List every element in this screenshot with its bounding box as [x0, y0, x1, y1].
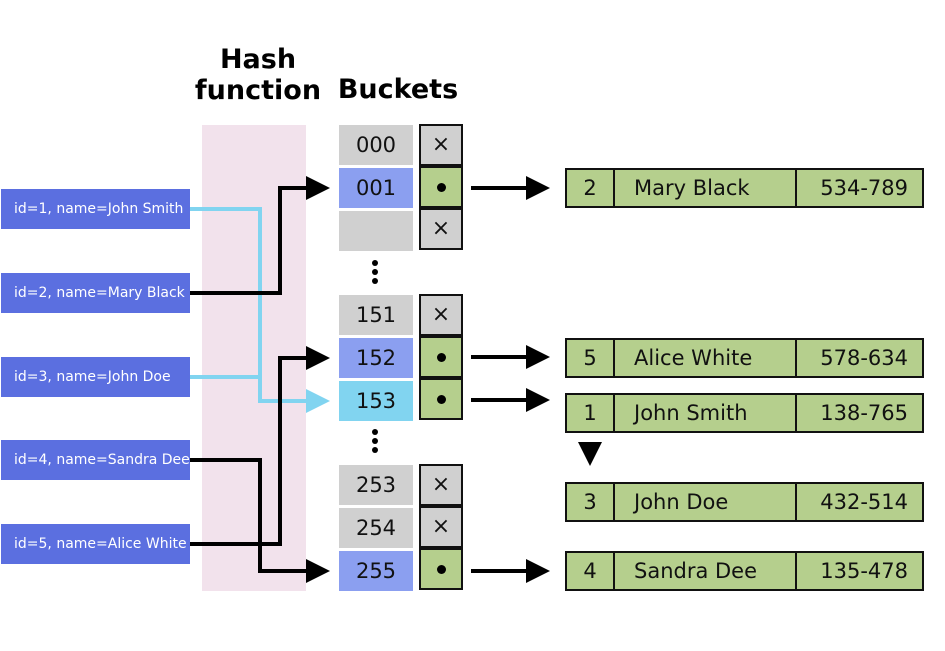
- connection-lines: [190, 176, 602, 583]
- link-john-smith: [190, 207, 330, 413]
- link-sandra-dee: [190, 458, 330, 583]
